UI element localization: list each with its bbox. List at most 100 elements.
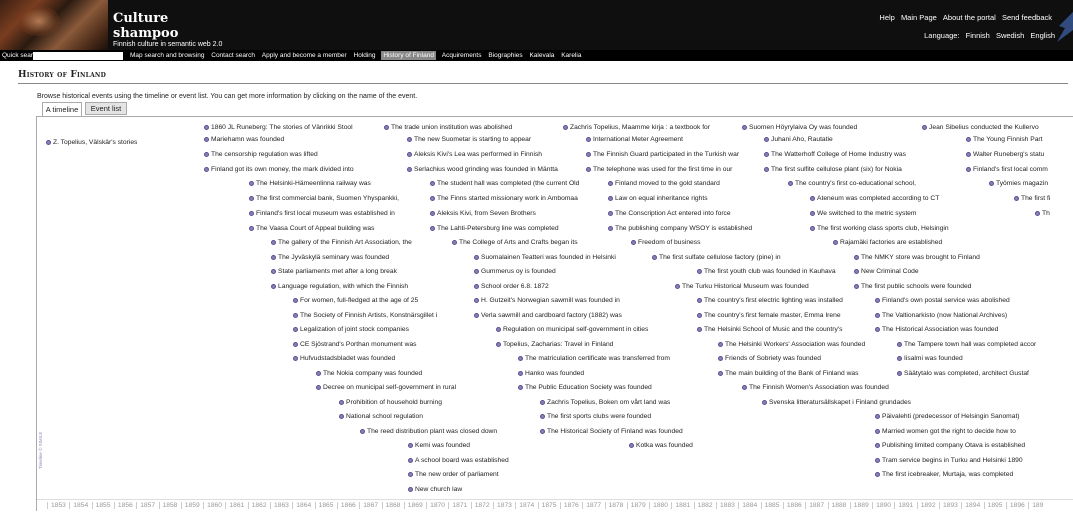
event-marker-icon[interactable] bbox=[293, 355, 298, 361]
event-label[interactable]: New church law bbox=[415, 486, 462, 493]
event-marker-icon[interactable] bbox=[854, 254, 859, 260]
event-label[interactable]: Työmies magazin bbox=[996, 180, 1048, 187]
timeline-event[interactable]: Mariehamn was founded bbox=[204, 136, 284, 144]
timeline-event[interactable]: The Helsinki Workers' Association was fo… bbox=[718, 341, 865, 349]
event-marker-icon[interactable] bbox=[430, 210, 435, 216]
quick-search-input[interactable] bbox=[33, 51, 123, 60]
nav-item-biographies[interactable]: Biographies bbox=[487, 52, 523, 59]
timeline-event[interactable]: The Helsinki School of Music and the cou… bbox=[697, 326, 842, 334]
event-label[interactable]: The matriculation certificate was transf… bbox=[525, 355, 670, 362]
event-marker-icon[interactable] bbox=[608, 180, 613, 186]
tab-timeline[interactable]: A timeline bbox=[42, 102, 82, 117]
event-label[interactable]: Finland moved to the gold standard bbox=[615, 180, 720, 187]
timeline-event[interactable]: Finland's first local comm bbox=[966, 166, 1048, 174]
event-label[interactable]: The country's first co-educational schoo… bbox=[795, 180, 916, 187]
event-marker-icon[interactable] bbox=[608, 225, 613, 231]
year-ruler[interactable]: 1853 1854 1855 1856 1857 1858 1859 1860 1861 1862… bbox=[37, 499, 1073, 511]
timeline-event[interactable]: Aleksis Kivi's Lea was performed in Finn… bbox=[407, 151, 542, 159]
event-marker-icon[interactable] bbox=[922, 124, 927, 130]
event-label[interactable]: 1860 JL Runeberg: The stories of Vänrikk… bbox=[211, 124, 353, 131]
event-label[interactable]: The telephone was used for the first tim… bbox=[593, 166, 732, 173]
timeline-event[interactable]: The Public Education Society was founded bbox=[518, 384, 652, 392]
event-marker-icon[interactable] bbox=[697, 268, 702, 274]
event-label[interactable]: The Watterhoff College of Home Industry … bbox=[771, 151, 906, 158]
event-marker-icon[interactable] bbox=[430, 180, 435, 186]
timeline-event[interactable]: Gummerus oy is founded bbox=[474, 268, 556, 276]
timeline-event[interactable]: Prohibition of household burning bbox=[339, 399, 442, 407]
event-marker-icon[interactable] bbox=[408, 471, 413, 477]
timeline-event[interactable]: The Helsinki-Hämeenlinna railway was bbox=[249, 180, 371, 188]
timeline-event[interactable]: The country's first electric lighting wa… bbox=[697, 297, 843, 305]
nav-item-kalevala[interactable]: Kalevala bbox=[528, 52, 555, 59]
event-label[interactable]: The Finnish Guard participated in the Tu… bbox=[593, 151, 739, 158]
timeline-event[interactable]: The Lahti-Petersburg line was completed bbox=[430, 225, 559, 233]
event-marker-icon[interactable] bbox=[563, 124, 568, 130]
event-marker-icon[interactable] bbox=[204, 166, 209, 172]
timeline-event[interactable]: The Turku Historical Museum was founded bbox=[675, 283, 809, 291]
timeline-event[interactable]: Finland got its own money, the mark divi… bbox=[204, 166, 354, 174]
timeline-event[interactable]: The first sports clubs were founded bbox=[540, 413, 651, 421]
event-label[interactable]: The Helsinki-Hämeenlinna railway was bbox=[256, 180, 371, 187]
timeline-event[interactable]: Freedom of business bbox=[631, 239, 700, 247]
event-label[interactable]: Prohibition of household burning bbox=[346, 399, 442, 406]
event-marker-icon[interactable] bbox=[764, 136, 769, 142]
timeline-event[interactable]: The first icebreaker, Murtaja, was compl… bbox=[875, 471, 1013, 479]
timeline-event[interactable]: The country's first co-educational schoo… bbox=[788, 180, 916, 188]
event-marker-icon[interactable] bbox=[762, 399, 767, 405]
event-marker-icon[interactable] bbox=[875, 413, 880, 419]
event-marker-icon[interactable] bbox=[875, 297, 880, 303]
event-label[interactable]: Mariehamn was founded bbox=[211, 136, 284, 143]
event-label[interactable]: The new order of parliament bbox=[415, 471, 499, 478]
event-marker-icon[interactable] bbox=[46, 139, 51, 145]
event-label[interactable]: Verla sawmill and cardboard factory (188… bbox=[481, 312, 622, 319]
timeline-event[interactable]: The College of Arts and Crafts began its bbox=[452, 239, 578, 247]
event-label[interactable]: The Helsinki School of Music and the cou… bbox=[704, 326, 842, 333]
event-label[interactable]: The Vaasa Court of Appeal building was bbox=[256, 225, 374, 232]
event-marker-icon[interactable] bbox=[875, 471, 880, 477]
timeline-event[interactable]: Työmies magazin bbox=[989, 180, 1048, 188]
event-label[interactable]: Aleksis Kivi, from Seven Brothers bbox=[437, 210, 536, 217]
event-label[interactable]: Finland's own postal service was abolish… bbox=[882, 297, 1010, 304]
event-label[interactable]: The Public Education Society was founded bbox=[525, 384, 652, 391]
event-label[interactable]: The new Suometar is starting to appear bbox=[414, 136, 531, 143]
event-marker-icon[interactable] bbox=[316, 384, 321, 390]
event-marker-icon[interactable] bbox=[764, 166, 769, 172]
timeline-event[interactable]: The Jyväskylä seminary was founded bbox=[271, 254, 389, 262]
timeline-event[interactable]: The Young Finnish Part bbox=[966, 136, 1043, 144]
timeline-event[interactable]: The first public schools were founded bbox=[854, 283, 971, 291]
timeline-event[interactable]: Kotka was founded bbox=[629, 442, 693, 450]
event-label[interactable]: Finland got its own money, the mark divi… bbox=[211, 166, 354, 173]
timeline-event[interactable]: Decree on municipal self-government in r… bbox=[316, 384, 456, 392]
timeline-event[interactable]: Aleksis Kivi, from Seven Brothers bbox=[430, 210, 536, 218]
timeline-event[interactable]: The Valtionarkisto (now National Archive… bbox=[875, 312, 1007, 320]
event-label[interactable]: Freedom of business bbox=[638, 239, 700, 246]
nav-item-map-search[interactable]: Map search and browsing bbox=[129, 52, 205, 59]
event-label[interactable]: Friends of Sobriety was founded bbox=[725, 355, 821, 362]
event-marker-icon[interactable] bbox=[293, 297, 298, 303]
timeline-event[interactable]: New church law bbox=[408, 486, 462, 494]
timeline-event[interactable]: The Watterhoff College of Home Industry … bbox=[764, 151, 906, 159]
timeline-event[interactable]: Serlachius wood grinding was founded in … bbox=[407, 166, 558, 174]
nav-item-acquirements[interactable]: Acquirements bbox=[441, 52, 483, 59]
timeline-event[interactable]: Juhani Aho, Rautatie bbox=[764, 136, 833, 144]
event-label[interactable]: The trade union institution was abolishe… bbox=[391, 124, 512, 131]
event-label[interactable]: Jean Sibelius conducted the Kullervo bbox=[929, 124, 1039, 131]
event-label[interactable]: Finland's first local comm bbox=[973, 166, 1048, 173]
event-marker-icon[interactable] bbox=[293, 341, 298, 347]
event-label[interactable]: The first working class sports club, Hel… bbox=[817, 225, 949, 232]
timeline-event[interactable]: Th bbox=[1035, 210, 1050, 218]
timeline-event[interactable]: New Criminal Code bbox=[854, 268, 919, 276]
help-link[interactable]: Help bbox=[879, 13, 894, 22]
event-marker-icon[interactable] bbox=[360, 428, 365, 434]
event-marker-icon[interactable] bbox=[810, 225, 815, 231]
logo-image[interactable] bbox=[0, 0, 108, 50]
timeline-event[interactable]: Svenska litteratursällskapet i Finland g… bbox=[762, 399, 911, 407]
event-label[interactable]: Topelius, Zacharias: Travel in Finland bbox=[503, 341, 613, 348]
event-marker-icon[interactable] bbox=[518, 355, 523, 361]
timeline-event[interactable]: Päivalehti (predecessor of Helsingin San… bbox=[875, 413, 1020, 421]
event-label[interactable]: The Tampere town hall was completed acco… bbox=[904, 341, 1036, 348]
nav-item-apply-member[interactable]: Apply and become a member bbox=[261, 52, 348, 59]
nav-item-history[interactable]: History of Finland bbox=[381, 51, 436, 60]
main-page-link[interactable]: Main Page bbox=[901, 13, 937, 22]
event-marker-icon[interactable] bbox=[742, 124, 747, 130]
